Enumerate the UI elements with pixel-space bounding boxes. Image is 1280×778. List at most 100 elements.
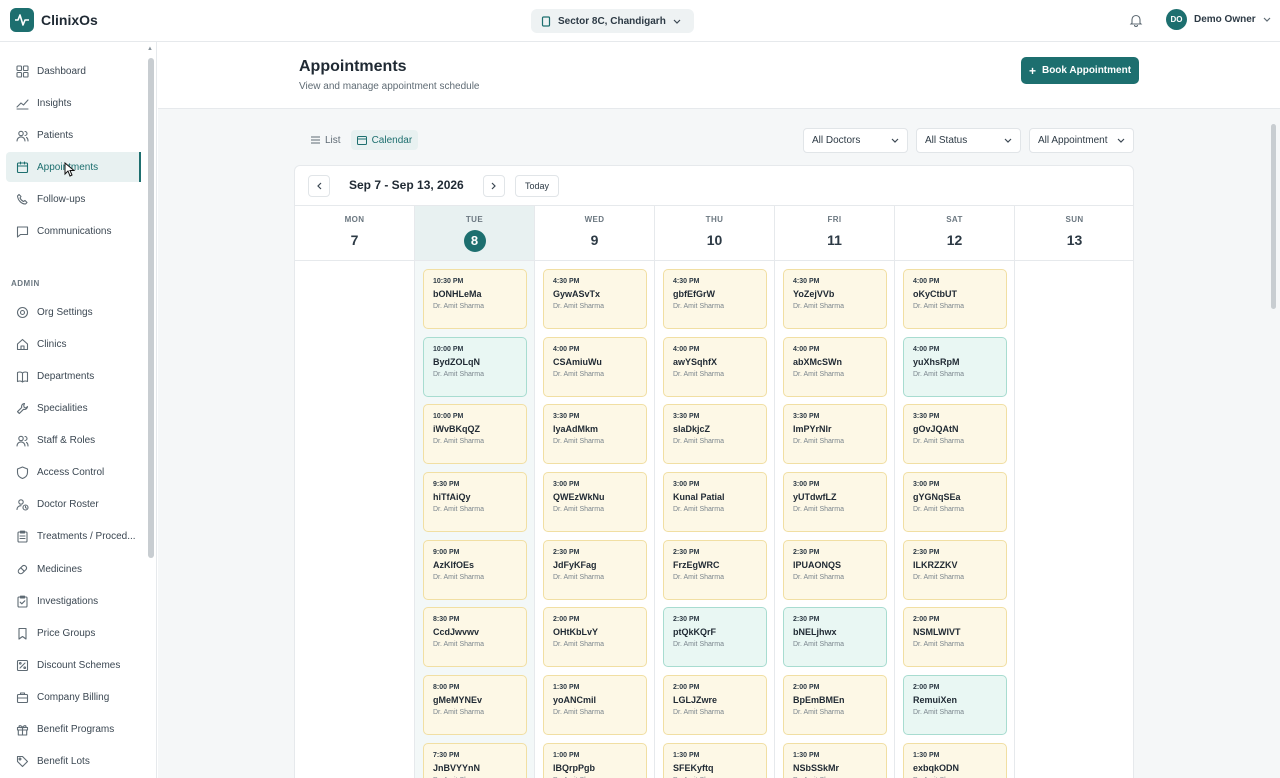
appointment-card[interactable]: 4:00 PM awYSqhfX Dr. Amit Sharma [663,337,767,397]
appointment-card[interactable]: 9:00 PM AzKIfOEs Dr. Amit Sharma [423,540,527,600]
appointment-card[interactable]: 2:30 PM FrzEgWRC Dr. Amit Sharma [663,540,767,600]
today-button[interactable]: Today [515,175,560,197]
sidebar-item-departments[interactable]: Departments [6,361,141,391]
day-column-tue[interactable]: 10:30 PM bONHLeMa Dr. Amit Sharma 10:00 PM B… [415,261,535,778]
view-calendar-button[interactable]: Calendar [350,130,419,150]
sidebar-item-specialities[interactable]: Specialities [6,393,141,423]
bell-icon[interactable] [1129,13,1143,27]
day-header-sun: SUN 13 [1015,206,1133,261]
day-header-mon: MON 7 [295,206,415,261]
sidebar-scrollbar-thumb[interactable] [148,58,154,558]
appointment-card[interactable]: 4:00 PM abXMcSWn Dr. Amit Sharma [783,337,887,397]
next-week-button[interactable] [483,175,505,197]
appointment-card[interactable]: 10:30 PM bONHLeMa Dr. Amit Sharma [423,269,527,329]
sidebar-item-treatments-proced[interactable]: Treatments / Proced... [6,521,141,551]
sidebar-item-clinics[interactable]: Clinics [6,329,141,359]
sidebar-item-benefit-lots[interactable]: Benefit Lots [6,746,141,776]
appointment-doctor: Dr. Amit Sharma [913,574,964,581]
appointment-card[interactable]: 2:00 PM NSMLWIVT Dr. Amit Sharma [903,607,1007,667]
appointment-card[interactable]: 8:00 PM gMeMYNEv Dr. Amit Sharma [423,675,527,735]
sidebar-item-staff-roles[interactable]: Staff & Roles [6,425,141,455]
appointment-card[interactable]: 4:00 PM yuXhsRpM Dr. Amit Sharma [903,337,1007,397]
appointment-doctor: Dr. Amit Sharma [793,709,844,716]
sidebar-item-label: Medicines [37,563,83,575]
view-calendar-label: Calendar [371,134,413,146]
sidebar-item-investigations[interactable]: Investigations [6,586,141,616]
sidebar-item-follow-ups[interactable]: Follow-ups [6,184,141,214]
appointment-card[interactable]: 9:30 PM hiTfAiQy Dr. Amit Sharma [423,472,527,532]
sidebar-item-discount-schemes[interactable]: Discount Schemes [6,650,141,680]
appointment-card[interactable]: 4:30 PM YoZejVVb Dr. Amit Sharma [783,269,887,329]
sidebar-item-price-groups[interactable]: Price Groups [6,618,141,648]
appointment-card[interactable]: 1:30 PMNSbSSkMrDr. Amit Sharma [783,743,887,778]
sidebar-item-company-billing[interactable]: Company Billing [6,682,141,712]
appointment-doctor: Dr. Amit Sharma [793,641,844,648]
appointment-card[interactable]: 1:30 PMexbqkODNDr. Amit Sharma [903,743,1007,778]
appointment-card[interactable]: 2:30 PM ILKRZZKV Dr. Amit Sharma [903,540,1007,600]
appointment-card[interactable]: 3:00 PM Kunal Patial Dr. Amit Sharma [663,472,767,532]
sidebar-item-label: Communications [37,225,112,237]
sidebar-scrollbar[interactable]: ▲ [147,46,154,778]
appointment-card[interactable]: 8:30 PM CcdJwvwv Dr. Amit Sharma [423,607,527,667]
location-selector[interactable]: Sector 8C, Chandigarh [531,9,694,33]
appointment-card[interactable]: 1:30 PMSFEKyftqDr. Amit Sharma [663,743,767,778]
appointment-card[interactable]: 2:30 PM JdFyKFag Dr. Amit Sharma [543,540,647,600]
sidebar-item-patients[interactable]: Patients [6,120,141,150]
day-column-fri[interactable]: 4:30 PM YoZejVVb Dr. Amit Sharma 4:00 PM abX… [775,261,895,778]
appointment-card[interactable]: 3:00 PM gYGNqSEa Dr. Amit Sharma [903,472,1007,532]
calendar-nav: Sep 7 - Sep 13, 2026 Today [295,166,1133,206]
sidebar-item-dashboard[interactable]: Dashboard [6,56,141,86]
appointment-time: 1:30 PM [673,752,700,759]
appointment-card[interactable]: 2:30 PM lPUAONQS Dr. Amit Sharma [783,540,887,600]
appointment-card[interactable]: 3:30 PM slaDkjcZ Dr. Amit Sharma [663,404,767,464]
appointment-card[interactable]: 2:00 PM RemuiXen Dr. Amit Sharma [903,675,1007,735]
appointment-card[interactable]: 1:00 PMlBQrpPgbDr. Amit Sharma [543,743,647,778]
appointment-card[interactable]: 3:30 PM gOvJQAtN Dr. Amit Sharma [903,404,1007,464]
day-column-wed[interactable]: 4:30 PM GywASvTx Dr. Amit Sharma 4:00 PM CSA… [535,261,655,778]
appointment-card[interactable]: 7:30 PMJnBVYYnNDr. Amit Sharma [423,743,527,778]
book-appointment-button[interactable]: + Book Appointment [1021,57,1139,84]
wrench-icon [16,402,29,414]
day-column-sat[interactable]: 4:00 PM oKyCtbUT Dr. Amit Sharma 4:00 PM yuX… [895,261,1015,778]
day-column-thu[interactable]: 4:30 PM gbfEfGrW Dr. Amit Sharma 4:00 PM awY… [655,261,775,778]
appointment-card[interactable]: 2:00 PM OHtKbLvY Dr. Amit Sharma [543,607,647,667]
prev-week-button[interactable] [308,175,330,197]
sidebar-item-access-control[interactable]: Access Control [6,457,141,487]
appointment-card[interactable]: 2:00 PM BpEmBMEn Dr. Amit Sharma [783,675,887,735]
appointment-card[interactable]: 10:00 PM BydZOLqN Dr. Amit Sharma [423,337,527,397]
main-scrollbar-thumb[interactable] [1271,124,1276,309]
sidebar-item-doctor-roster[interactable]: Doctor Roster [6,489,141,519]
appointment-card[interactable]: 3:00 PM yUTdwfLZ Dr. Amit Sharma [783,472,887,532]
appointment-card[interactable]: 3:00 PM QWEzWkNu Dr. Amit Sharma [543,472,647,532]
sidebar-item-org-settings[interactable]: Org Settings [6,297,141,327]
status-filter-select[interactable]: All Status [916,128,1021,153]
scroll-up-icon[interactable]: ▲ [147,46,153,52]
pill-icon [17,564,28,574]
sidebar-item-benefit-programs[interactable]: Benefit Programs [6,714,141,744]
sidebar-item-insights[interactable]: Insights [6,88,141,118]
appointment-card[interactable]: 4:30 PM GywASvTx Dr. Amit Sharma [543,269,647,329]
appointment-card[interactable]: 2:00 PM LGLJZwre Dr. Amit Sharma [663,675,767,735]
sidebar-item-medicines[interactable]: Medicines [6,554,141,584]
user-menu[interactable]: DO Demo Owner [1166,9,1271,30]
main-scrollbar[interactable] [1271,112,1277,778]
day-column-mon[interactable] [295,261,415,778]
appointment-card[interactable]: 1:30 PM yoANCmil Dr. Amit Sharma [543,675,647,735]
appointment-card[interactable]: 4:30 PM gbfEfGrW Dr. Amit Sharma [663,269,767,329]
sidebar-item-communications[interactable]: Communications [6,216,141,246]
view-list-button[interactable]: List [305,130,347,150]
appointment-card[interactable]: 10:00 PM iWvBKqQZ Dr. Amit Sharma [423,404,527,464]
day-column-sun[interactable] [1015,261,1133,778]
appointment-type-filter-select[interactable]: All Appointment [1029,128,1134,153]
appointment-card[interactable]: 2:30 PM bNELjhwx Dr. Amit Sharma [783,607,887,667]
week-calendar: Sep 7 - Sep 13, 2026 Today MON 7 TUE 8 10:30… [294,165,1134,778]
home-icon [16,338,29,350]
appointment-card[interactable]: 3:30 PM ImPYrNlr Dr. Amit Sharma [783,404,887,464]
app-logo[interactable]: ClinixOs [10,8,98,32]
doctor-filter-select[interactable]: All Doctors [803,128,908,153]
appointment-card[interactable]: 4:00 PM CSAmiuWu Dr. Amit Sharma [543,337,647,397]
appointment-card[interactable]: 3:30 PM lyaAdMkm Dr. Amit Sharma [543,404,647,464]
appointment-card[interactable]: 2:30 PM ptQkKQrF Dr. Amit Sharma [663,607,767,667]
appointment-card[interactable]: 4:00 PM oKyCtbUT Dr. Amit Sharma [903,269,1007,329]
appointment-patient: gYGNqSEa [913,492,961,502]
